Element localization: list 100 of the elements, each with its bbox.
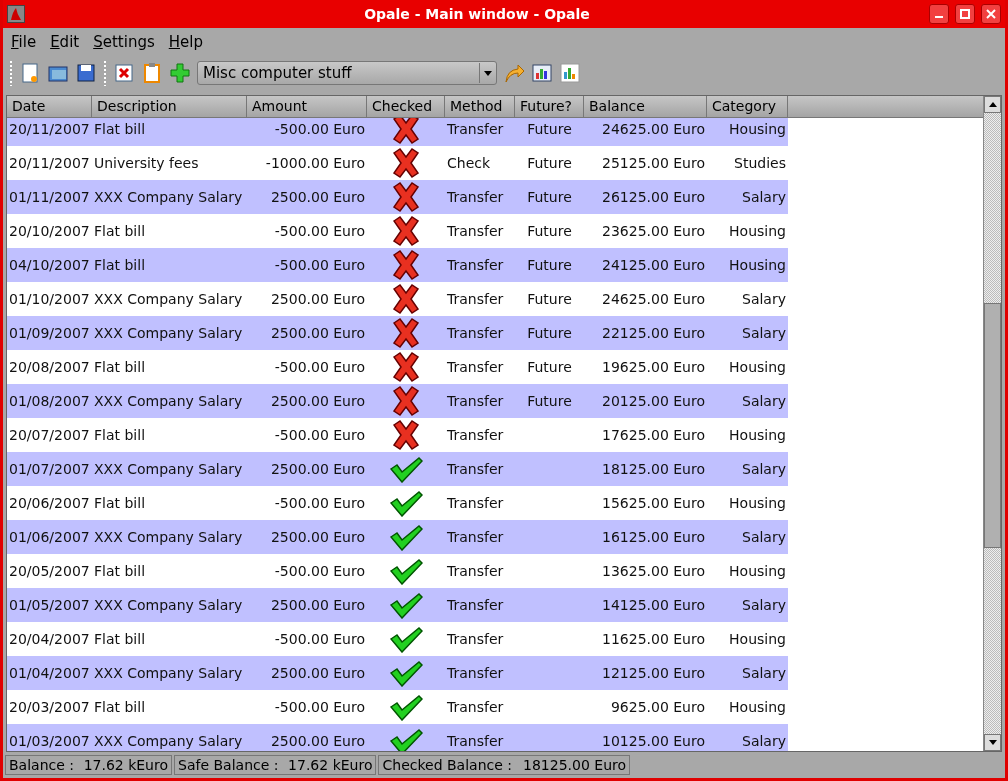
- method-cell-text: Transfer: [446, 529, 505, 545]
- future-cell-text: Future: [526, 393, 573, 409]
- category-cell-text: Salary: [741, 665, 787, 681]
- status-label: Checked Balance :: [382, 757, 512, 773]
- minimize-icon: [935, 16, 943, 18]
- balance-cell-text: 26125.00 Euro: [601, 189, 706, 205]
- column-header[interactable]: Amount: [247, 96, 367, 117]
- account-dropdown[interactable]: Misc computer stuff: [197, 61, 497, 85]
- amount-cell-text: 2500.00 Euro: [269, 665, 366, 681]
- future-cell-text: Future: [526, 155, 573, 171]
- description-cell-text: XXX Company Salary: [93, 189, 244, 205]
- date-cell-text: 20/11/2007: [8, 121, 91, 137]
- amount-cell-text: -500.00 Euro: [273, 563, 366, 579]
- column-header[interactable]: Checked: [367, 96, 445, 117]
- method-cell-text: Transfer: [446, 257, 505, 273]
- column-header[interactable]: Date: [7, 96, 92, 117]
- method-cell-text: Transfer: [446, 461, 505, 477]
- date-cell-text: 01/06/2007: [8, 529, 91, 545]
- category-cell-text: Housing: [728, 223, 787, 239]
- scroll-down-button[interactable]: [984, 734, 1001, 751]
- method-cell-text: Check: [446, 155, 492, 171]
- balance-cell-text: 11625.00 Euro: [601, 631, 706, 647]
- column-header[interactable]: Balance: [584, 96, 707, 117]
- category-cell-text: Salary: [741, 461, 787, 477]
- up-arrow-icon: [988, 102, 997, 107]
- description-cell-text: XXX Company Salary: [93, 461, 244, 477]
- method-cell-text: Transfer: [446, 359, 505, 375]
- maximize-icon: [960, 9, 970, 19]
- chart-icon[interactable]: [531, 62, 553, 84]
- category-cell-text: Salary: [741, 291, 787, 307]
- column-header[interactable]: Method: [445, 96, 515, 117]
- future-cell-text: Future: [526, 325, 573, 341]
- vertical-scrollbar[interactable]: [983, 96, 1001, 751]
- balance-cell-text: 22125.00 Euro: [601, 325, 706, 341]
- amount-cell-text: -500.00 Euro: [273, 699, 366, 715]
- column-header[interactable]: Future?: [515, 96, 584, 117]
- description-cell-text: Flat bill: [93, 699, 147, 715]
- date-cell-text: 20/05/2007: [8, 563, 91, 579]
- minimize-button[interactable]: [929, 4, 949, 24]
- balance-cell-text: 23625.00 Euro: [601, 223, 706, 239]
- maximize-button[interactable]: [955, 4, 975, 24]
- new-document-icon[interactable]: [19, 62, 41, 84]
- amount-cell-text: 2500.00 Euro: [269, 461, 366, 477]
- method-cell-text: Transfer: [446, 393, 505, 409]
- column-header[interactable]: Description: [92, 96, 247, 117]
- category-cell-text: Housing: [728, 699, 787, 715]
- category-cell-text: Salary: [741, 189, 787, 205]
- bar-chart-icon[interactable]: [559, 62, 581, 84]
- description-cell-text: XXX Company Salary: [93, 291, 244, 307]
- date-cell-text: 20/04/2007: [8, 631, 91, 647]
- future-cell-text: Future: [526, 359, 573, 375]
- category-cell-text: Housing: [728, 563, 787, 579]
- close-button[interactable]: [981, 4, 1001, 24]
- date-cell-text: 20/03/2007: [8, 699, 91, 715]
- clipboard-icon[interactable]: [141, 62, 163, 84]
- category-cell-text: Housing: [728, 121, 787, 137]
- method-cell-text: Transfer: [446, 631, 505, 647]
- description-cell-text: Flat bill: [93, 495, 147, 511]
- method-cell-text: Transfer: [446, 563, 505, 579]
- amount-cell-text: -500.00 Euro: [273, 631, 366, 647]
- status-label: Safe Balance :: [178, 757, 279, 773]
- future-cell-text: Future: [526, 257, 573, 273]
- delete-icon[interactable]: [113, 62, 135, 84]
- future-cell-text: Future: [526, 121, 573, 137]
- category-cell-text: Salary: [741, 393, 787, 409]
- method-cell-text: Transfer: [446, 291, 505, 307]
- amount-cell-text: -1000.00 Euro: [264, 155, 366, 171]
- category-cell-text: Studies: [733, 155, 787, 171]
- category-cell-text: Housing: [728, 359, 787, 375]
- balance-cell-text: 25125.00 Euro: [601, 155, 706, 171]
- description-cell-text: Flat bill: [93, 223, 147, 239]
- category-cell-text: Salary: [741, 733, 787, 749]
- category-cell-text: Housing: [728, 631, 787, 647]
- method-cell-text: Transfer: [446, 665, 505, 681]
- menu-item[interactable]: Edit: [50, 33, 80, 51]
- save-icon[interactable]: [75, 62, 97, 84]
- scroll-up-button[interactable]: [984, 96, 1001, 113]
- balance-cell-text: 14125.00 Euro: [601, 597, 706, 613]
- description-cell-text: Flat bill: [93, 427, 147, 443]
- balance-cell-text: 16125.00 Euro: [601, 529, 706, 545]
- date-cell-text: 01/10/2007: [8, 291, 91, 307]
- balance-cell-text: 24625.00 Euro: [601, 291, 706, 307]
- description-cell-text: Flat bill: [93, 121, 147, 137]
- category-cell-text: Salary: [741, 597, 787, 613]
- date-cell-text: 01/03/2007: [8, 733, 91, 749]
- down-arrow-icon: [988, 740, 997, 745]
- close-icon: [986, 9, 996, 19]
- menu-item[interactable]: Settings: [93, 33, 155, 51]
- method-cell-text: Transfer: [446, 121, 505, 137]
- description-cell-text: XXX Company Salary: [93, 597, 244, 613]
- menu-item[interactable]: File: [11, 33, 37, 51]
- method-cell-text: Transfer: [446, 699, 505, 715]
- balance-cell-text: 9625.00 Euro: [609, 699, 706, 715]
- menu-item[interactable]: Help: [168, 33, 203, 51]
- amount-cell-text: -500.00 Euro: [273, 359, 366, 375]
- scrollbar-thumb[interactable]: [984, 303, 1001, 548]
- amount-cell-text: 2500.00 Euro: [269, 529, 366, 545]
- category-cell-text: Housing: [728, 495, 787, 511]
- date-cell-text: 20/06/2007: [8, 495, 91, 511]
- description-cell-text: University fees: [93, 155, 200, 171]
